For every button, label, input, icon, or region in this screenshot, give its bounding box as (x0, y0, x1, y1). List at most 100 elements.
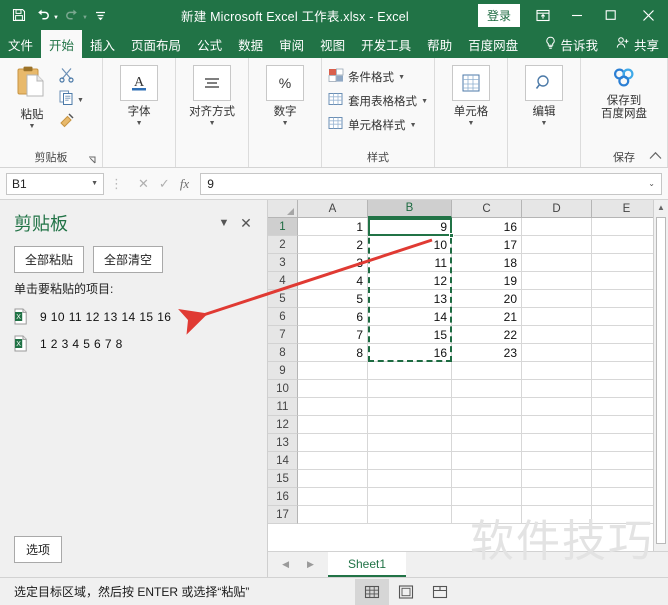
cell-styles-caret-icon[interactable]: ▼ (410, 122, 417, 129)
conditional-formatting-button[interactable]: 条件格式 ▼ (328, 66, 428, 87)
format-painter-button[interactable] (58, 112, 84, 134)
row-header-15[interactable]: 15 (268, 470, 298, 488)
minimize-icon[interactable] (560, 0, 594, 30)
cell-A3[interactable]: 3 (298, 254, 368, 272)
row-header-3[interactable]: 3 (268, 254, 298, 272)
paste-button[interactable]: 粘贴 ▼ (6, 61, 58, 130)
clipboard-dialog-launcher-icon[interactable] (87, 156, 97, 166)
cell-styles-button[interactable]: 单元格样式 ▼ (328, 114, 428, 135)
tab-review[interactable]: 审阅 (271, 30, 312, 58)
pane-menu-caret-icon[interactable]: ▼ (213, 217, 235, 229)
cell-B2[interactable]: 10 (368, 236, 452, 254)
cell-D11[interactable] (522, 398, 592, 416)
cell-B14[interactable] (368, 452, 452, 470)
cell-E6[interactable] (592, 308, 662, 326)
cell-B16[interactable] (368, 488, 452, 506)
cell-C4[interactable]: 19 (452, 272, 522, 290)
sheet-tab-sheet1[interactable]: Sheet1 (328, 552, 407, 577)
cell-B8[interactable]: 16 (368, 344, 452, 362)
tab-baidu-netdisk[interactable]: 百度网盘 (460, 30, 526, 58)
cell-B11[interactable] (368, 398, 452, 416)
row-header-8[interactable]: 8 (268, 344, 298, 362)
cell-A9[interactable] (298, 362, 368, 380)
cell-B4[interactable]: 12 (368, 272, 452, 290)
cell-E13[interactable] (592, 434, 662, 452)
cell-E4[interactable] (592, 272, 662, 290)
cell-A10[interactable] (298, 380, 368, 398)
tab-developer[interactable]: 开发工具 (353, 30, 419, 58)
sheet-next-icon[interactable]: ▶ (307, 559, 314, 570)
cell-B17[interactable] (368, 506, 452, 524)
save-icon[interactable] (8, 4, 30, 26)
row-header-11[interactable]: 11 (268, 398, 298, 416)
row-header-14[interactable]: 14 (268, 452, 298, 470)
cell-E1[interactable] (592, 218, 662, 236)
select-all-corner[interactable] (268, 200, 298, 218)
cell-D5[interactable] (522, 290, 592, 308)
cell-E17[interactable] (592, 506, 662, 524)
cell-C9[interactable] (452, 362, 522, 380)
format-as-table-button[interactable]: 套用表格格式 ▼ (328, 90, 428, 111)
cell-A14[interactable] (298, 452, 368, 470)
normal-view-icon[interactable] (355, 578, 389, 605)
tab-file[interactable]: 文件 (0, 30, 41, 58)
undo-icon[interactable] (32, 4, 54, 26)
tell-me-button[interactable]: 告诉我 (536, 35, 607, 54)
format-as-table-caret-icon[interactable]: ▼ (421, 98, 428, 105)
editing-dropdown-caret-icon[interactable]: ▼ (541, 120, 548, 127)
editing-button[interactable]: 编辑 ▼ (514, 61, 574, 127)
tab-help[interactable]: 帮助 (419, 30, 460, 58)
cell-D13[interactable] (522, 434, 592, 452)
cell-E16[interactable] (592, 488, 662, 506)
undo-dropdown-caret-icon[interactable]: ▼ (53, 15, 59, 21)
row-header-1[interactable]: 1 (268, 218, 298, 236)
cell-A7[interactable]: 7 (298, 326, 368, 344)
cell-E2[interactable] (592, 236, 662, 254)
name-box-caret-icon[interactable]: ▼ (91, 180, 98, 187)
cut-button[interactable] (58, 66, 84, 88)
tab-insert[interactable]: 插入 (82, 30, 123, 58)
cells-button[interactable]: 单元格 ▼ (441, 61, 501, 127)
number-dropdown-caret-icon[interactable]: ▼ (282, 120, 289, 127)
row-header-17[interactable]: 17 (268, 506, 298, 524)
cell-D14[interactable] (522, 452, 592, 470)
cell-A15[interactable] (298, 470, 368, 488)
tab-view[interactable]: 视图 (312, 30, 353, 58)
cell-D17[interactable] (522, 506, 592, 524)
cell-B12[interactable] (368, 416, 452, 434)
cell-D15[interactable] (522, 470, 592, 488)
redo-dropdown-caret-icon[interactable]: ▼ (82, 15, 88, 21)
cell-B15[interactable] (368, 470, 452, 488)
close-pane-icon[interactable]: ✕ (235, 215, 257, 232)
conditional-formatting-caret-icon[interactable]: ▼ (398, 74, 405, 81)
cell-D4[interactable] (522, 272, 592, 290)
scrollbar-thumb[interactable] (656, 217, 666, 544)
row-header-10[interactable]: 10 (268, 380, 298, 398)
cell-B6[interactable]: 14 (368, 308, 452, 326)
number-button[interactable]: % 数字 ▼ (255, 61, 315, 127)
column-header-e[interactable]: E (592, 200, 662, 218)
fill-handle[interactable] (449, 233, 454, 238)
cell-C1[interactable]: 16 (452, 218, 522, 236)
cell-C8[interactable]: 23 (452, 344, 522, 362)
cell-B13[interactable] (368, 434, 452, 452)
cells-dropdown-caret-icon[interactable]: ▼ (468, 120, 475, 127)
row-header-16[interactable]: 16 (268, 488, 298, 506)
cell-E12[interactable] (592, 416, 662, 434)
row-header-4[interactable]: 4 (268, 272, 298, 290)
cell-D9[interactable] (522, 362, 592, 380)
cell-D6[interactable] (522, 308, 592, 326)
row-header-13[interactable]: 13 (268, 434, 298, 452)
cell-C14[interactable] (452, 452, 522, 470)
cell-C16[interactable] (452, 488, 522, 506)
formula-input[interactable]: 9 ⌄ (200, 172, 662, 195)
row-header-9[interactable]: 9 (268, 362, 298, 380)
cell-B10[interactable] (368, 380, 452, 398)
row-header-6[interactable]: 6 (268, 308, 298, 326)
cell-C11[interactable] (452, 398, 522, 416)
copy-button[interactable]: ▼ (58, 89, 84, 111)
insert-function-icon[interactable]: fx (180, 176, 189, 192)
list-item[interactable]: X 9 10 11 12 13 14 15 16 (14, 303, 267, 330)
name-box[interactable]: B1 ▼ (6, 172, 104, 195)
cell-A5[interactable]: 5 (298, 290, 368, 308)
